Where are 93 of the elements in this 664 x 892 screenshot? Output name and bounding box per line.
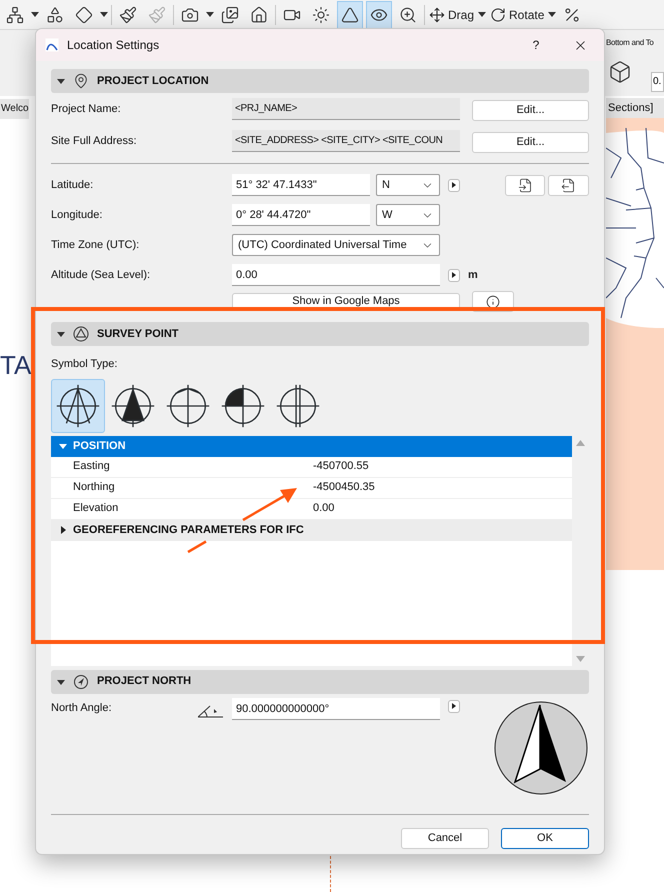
value-field[interactable]: 0. [651,72,664,92]
readonly-field[interactable]: <PRJ_NAME> [232,98,460,120]
move-icon [429,6,445,22]
export-button[interactable] [548,174,589,196]
brush-icon [119,6,137,24]
collapse-caret-icon[interactable] [59,442,67,450]
push-button[interactable]: Edit... [472,100,589,121]
file-import-icon [518,178,532,192]
section-title: PROJECT NORTH [97,674,192,690]
group-title: GEOREFERENCING PARAMETERS FOR IFC [73,522,304,538]
images-icon [221,6,239,24]
symbol-option[interactable] [51,378,105,432]
toolbar-button[interactable] [366,0,392,28]
field-label: Project Name: [51,102,122,117]
triangle-circle-icon [73,326,89,342]
section-title: PROJECT LOCATION [97,74,209,89]
brush-icon [148,6,166,24]
toolbar-button[interactable]: Rotate [489,0,546,28]
house-icon [250,6,268,24]
field-label: Symbol Type: [51,357,118,372]
field-label: Altitude (Sea Level): [51,268,152,283]
window-title: Location Settings [67,37,160,54]
caret-icon[interactable] [548,12,556,17]
section-header[interactable]: PROJECT LOCATION [51,69,589,93]
toolbar-button[interactable] [337,0,363,28]
arrow-button[interactable] [448,268,460,282]
zoom-icon [399,6,417,24]
tree-group-row[interactable]: POSITION [51,436,572,456]
import-button[interactable] [505,174,546,196]
field-label: North Angle: [51,700,113,716]
panel-label: Bottom and To [606,37,654,49]
compass-icon [73,674,89,690]
arrow-button[interactable] [448,700,460,712]
property-value: 0.00 [313,501,334,516]
unit-label: m [468,268,478,283]
percent-icon [563,6,582,24]
collapse-caret-icon[interactable] [57,330,65,338]
text-field[interactable]: 90.000000000000° [232,698,440,720]
group-title: POSITION [73,438,126,454]
tree-group-row[interactable]: GEOREFERENCING PARAMETERS FOR IFC [51,520,572,540]
push-button[interactable]: Edit... [472,132,589,153]
dialog-button[interactable]: Cancel [401,828,489,848]
caret-icon[interactable] [100,12,108,17]
scroll-down-icon [576,656,586,662]
heading-text: TA [0,352,32,378]
camera-icon [181,6,199,24]
shapes-icon [46,6,64,24]
readonly-field[interactable]: <SITE_ADDRESS> <SITE_CITY> <SITE_COUN [232,130,460,152]
play-icon [452,703,456,709]
collapse-caret-icon[interactable] [57,77,65,85]
map-pin-icon [73,73,89,89]
text-field[interactable]: 0° 28' 44.4720" [232,204,370,226]
property-name: Northing [72,480,116,496]
arrow-button[interactable] [448,178,460,192]
section-header[interactable]: PROJECT NORTH [51,670,589,694]
triangle-icon [341,6,359,24]
field-label: Longitude: [51,208,104,223]
caret-icon[interactable] [478,12,486,17]
tab-label[interactable]: Sections] [606,98,664,118]
rotate-icon [490,6,506,22]
tab-label[interactable]: Welco [0,99,29,119]
scroll-up-icon [576,440,586,446]
property-name: Elevation [72,501,120,516]
field-label: Latitude: [51,178,94,193]
field-label: Time Zone (UTC): [51,238,140,253]
dropdown[interactable]: (UTC) Coordinated Universal Time [232,234,440,256]
network-icon [6,6,24,24]
text-field[interactable]: 51° 32' 47.1433" [232,174,370,196]
help-button[interactable]: ? [521,36,551,54]
diamond-icon [75,6,93,24]
play-icon [452,182,456,188]
file-export-icon [561,178,576,192]
dialog-button[interactable]: OK [501,828,589,848]
text-field[interactable]: 0.00 [232,264,440,286]
sun-icon [312,6,330,24]
property-value: -450700.55 [313,459,369,474]
toolbar-button[interactable]: Drag [428,0,476,28]
property-value: -4500450.35 [313,480,375,496]
caret-icon[interactable] [31,12,39,17]
collapse-caret-icon[interactable] [57,678,65,686]
dropdown[interactable]: W [376,204,440,226]
cube-icon [608,60,632,84]
property-name: Easting [72,459,111,474]
arc-logo-icon [45,38,59,52]
info-icon [486,294,500,308]
section-title: SURVEY POINT [97,326,179,342]
caret-icon[interactable] [206,12,214,17]
play-icon [452,272,456,278]
angle-icon [198,704,224,718]
dropdown[interactable]: N [376,174,440,196]
section-header[interactable]: SURVEY POINT [51,322,589,346]
expand-caret-icon[interactable] [59,526,67,534]
field-label: Site Full Address: [51,134,138,149]
